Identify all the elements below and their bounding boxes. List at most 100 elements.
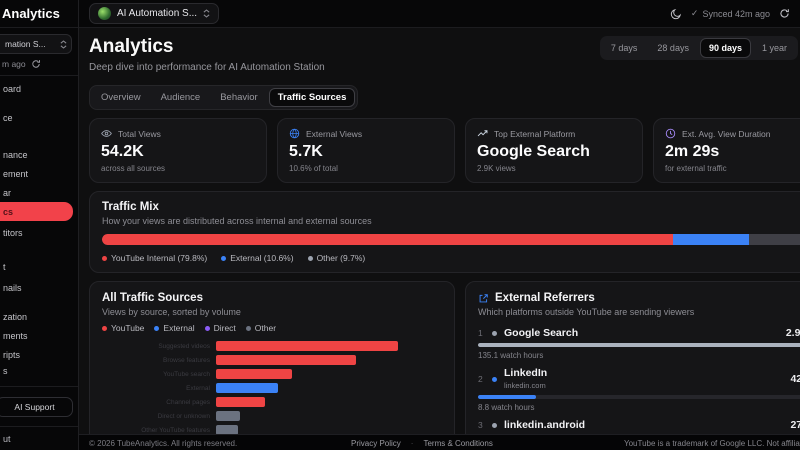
bar-row: External xyxy=(102,383,442,393)
sidebar-channel-selector[interactable]: mation S... xyxy=(0,34,72,54)
referrer-dot xyxy=(492,376,497,382)
sidebar-item-competitors[interactable]: titors xyxy=(0,223,78,242)
globe-icon xyxy=(289,128,300,139)
stat-label: External Views xyxy=(306,128,363,139)
charts-row: All Traffic Sources Views by source, sor… xyxy=(89,281,800,450)
range-28-days-button[interactable]: 28 days xyxy=(648,38,698,58)
tab-audience[interactable]: Audience xyxy=(152,88,210,107)
sidebar-item-dashboard[interactable]: oard xyxy=(0,79,78,98)
referrer-views: 270 xyxy=(790,419,800,432)
sidebar-channel-label: mation S... xyxy=(5,39,46,49)
stat-subtext: for external traffic xyxy=(665,164,727,173)
sidebar-item-performance[interactable]: nance xyxy=(0,145,78,164)
legend-dot xyxy=(307,255,313,261)
stat-label: Top External Platform xyxy=(494,128,576,139)
refresh-icon[interactable] xyxy=(779,8,790,19)
legend-dot xyxy=(221,255,227,261)
legend-other: Other xyxy=(245,323,276,333)
traffic-sources-legend: YouTube External Direct Other xyxy=(102,323,442,333)
traffic-mix-legend: YouTube Internal (79.8%) External (10.6%… xyxy=(102,253,800,263)
eye-icon xyxy=(101,130,112,137)
referrer-name: Google Search xyxy=(504,327,579,339)
sidebar-item-audience[interactable]: ce xyxy=(0,108,78,127)
page-subtitle: Deep dive into performance for AI Automa… xyxy=(89,62,325,73)
sidebar-divider xyxy=(0,386,78,387)
sidebar-item-analytics-active[interactable]: cs xyxy=(0,202,73,221)
range-90-days-button[interactable]: 90 days xyxy=(699,38,751,58)
traffic-mix-card: Traffic Mix How your views are distribut… xyxy=(89,191,800,273)
referrer-rank: 2 xyxy=(478,374,483,385)
mix-segment-youtube-internal xyxy=(102,234,673,245)
copyright-text: © 2026 TubeAnalytics. All rights reserve… xyxy=(89,439,238,448)
legend-external: External xyxy=(154,323,195,333)
stat-value: 2m 29s xyxy=(665,143,720,160)
referrer-views: 2.9K xyxy=(785,327,800,340)
sidebar-item-thumbnails[interactable]: nails xyxy=(0,278,78,297)
topbar-actions: ✓ Synced 42m ago xyxy=(670,8,790,20)
footer: © 2026 TubeAnalytics. All rights reserve… xyxy=(79,434,800,450)
mix-segment-other xyxy=(748,234,800,245)
referrer-rank: 1 xyxy=(478,328,483,339)
bar xyxy=(216,341,398,351)
clock-icon xyxy=(665,128,676,139)
legend-youtube: YouTube xyxy=(102,323,144,333)
stat-card-total-views: Total Views 54.2K across all sources xyxy=(89,118,267,183)
stat-label: Total Views xyxy=(118,128,161,139)
referrer-row-linkedin: 2 LinkedInlinkedin.com 420 8.8 watch hou… xyxy=(478,367,800,412)
bar-row: Channel pages xyxy=(102,397,442,407)
range-7-days-button[interactable]: 7 days xyxy=(602,38,647,58)
sidebar: Analytics mation S... m ago oard ce nanc… xyxy=(0,0,79,450)
referrers-list: 1 Google Search 2.9K 135.1 watch hours 2 xyxy=(478,327,800,450)
check-icon: ✓ xyxy=(690,8,699,18)
stat-label: Ext. Avg. View Duration xyxy=(682,128,771,139)
footer-separator: · xyxy=(410,439,414,448)
legend-youtube-internal: YouTube Internal (79.8%) xyxy=(102,253,207,263)
channel-switcher[interactable]: AI Automation S... xyxy=(89,3,220,24)
stat-value: 54.2K xyxy=(101,143,144,160)
privacy-policy-link[interactable]: Privacy Policy xyxy=(351,439,401,448)
tab-overview[interactable]: Overview xyxy=(92,88,150,107)
referrer-bar xyxy=(478,395,536,400)
sidebar-item-calendar[interactable]: ar xyxy=(0,183,78,202)
refresh-icon[interactable] xyxy=(31,59,41,69)
stat-subtext: 2.9K views xyxy=(477,164,516,173)
stat-value: 5.7K xyxy=(289,143,323,160)
referrers-title: External Referrers xyxy=(495,292,595,304)
sync-status-label: Synced 42m ago xyxy=(702,8,770,19)
sidebar-item-settings[interactable]: s xyxy=(0,361,78,380)
bar-row: Browse features xyxy=(102,355,442,365)
terms-conditions-link[interactable]: Terms & Conditions xyxy=(423,439,492,448)
moon-icon[interactable] xyxy=(670,8,682,20)
external-link-icon xyxy=(479,293,488,302)
referrer-dot xyxy=(492,330,497,336)
bar xyxy=(216,383,278,393)
tab-traffic-sources[interactable]: Traffic Sources xyxy=(268,88,356,107)
chevron-up-down-icon xyxy=(60,39,67,49)
ai-support-button[interactable]: AI Support xyxy=(0,397,73,417)
sidebar-item-comments[interactable]: ments xyxy=(0,326,78,345)
sidebar-item-optimization[interactable]: zation xyxy=(0,307,78,326)
stat-cards: Total Views 54.2K across all sources Ext… xyxy=(89,118,800,183)
range-1-year-button[interactable]: 1 year xyxy=(753,38,796,58)
legend-dot xyxy=(102,325,107,331)
stat-card-external-views: External Views 5.7K 10.6% of total xyxy=(277,118,455,183)
tab-behavior[interactable]: Behavior xyxy=(211,88,267,107)
legend-direct: Direct xyxy=(204,323,236,333)
sidebar-sync-status: m ago xyxy=(2,59,78,69)
stat-subtext: 10.6% of total xyxy=(289,164,338,173)
sidebar-item-content[interactable]: t xyxy=(0,257,78,276)
bar xyxy=(216,397,266,407)
bar-row: Suggested videos xyxy=(102,341,442,351)
referrer-name: LinkedIn linkedin.com xyxy=(504,367,548,391)
sidebar-sync-label: m ago xyxy=(2,59,26,69)
trademark-text: YouTube is a trademark of Google LLC. No… xyxy=(624,439,800,448)
page-header: Analytics Deep dive into performance for… xyxy=(89,36,798,73)
legend-dot xyxy=(245,325,251,331)
sidebar-item-engagement[interactable]: ement xyxy=(0,164,78,183)
traffic-mix-stacked-bar xyxy=(102,234,800,245)
referrer-rank: 3 xyxy=(478,420,483,431)
main-area: AI Automation S... ✓ Synced 42m ago Anal… xyxy=(79,0,800,450)
sidebar-logout[interactable]: ut xyxy=(0,426,78,450)
page-title: Analytics xyxy=(89,36,174,57)
bar-row: Direct or unknown xyxy=(102,411,442,421)
